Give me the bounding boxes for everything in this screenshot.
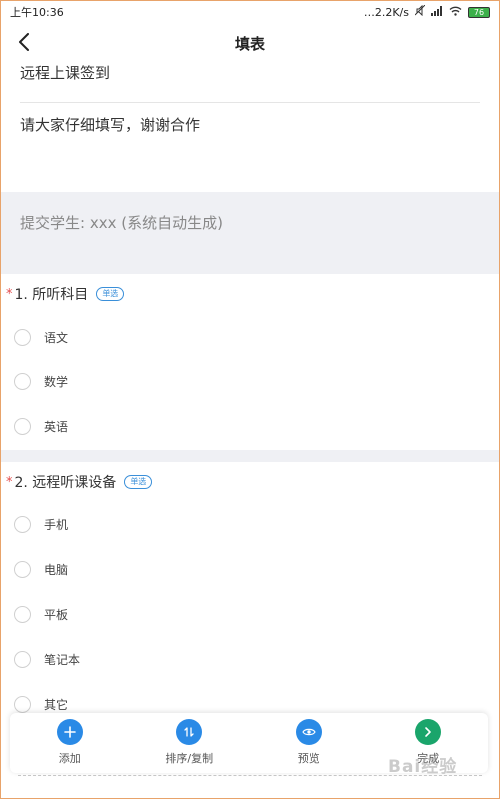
eye-icon <box>295 719 322 745</box>
watermark-logo: Bai经验 <box>388 757 458 777</box>
radio-button[interactable] <box>14 650 31 668</box>
question-title[interactable]: * 1. 所听科目 单选 <box>6 284 125 304</box>
radio-button[interactable] <box>14 605 31 623</box>
radio-button[interactable] <box>14 560 31 578</box>
submitter-label: 提交学生: xxx (系统自动生成) <box>20 214 223 232</box>
submitter-section <box>0 192 500 274</box>
option-label: 平板 <box>44 607 69 622</box>
plus-icon <box>56 719 83 745</box>
chevron-left-icon <box>19 33 29 51</box>
radio-option[interactable]: 其它 <box>14 693 68 715</box>
question-label: 1. 所听科目 <box>14 287 89 303</box>
page-title: 填表 <box>234 34 265 53</box>
radio-option[interactable]: 平板 <box>14 603 68 625</box>
required-marker: * <box>6 286 13 302</box>
signal-icon <box>431 5 443 19</box>
add-button[interactable]: 添加 <box>15 719 125 766</box>
radio-option[interactable]: 电脑 <box>14 558 68 580</box>
status-time: 上午10:36 <box>10 6 64 19</box>
wifi-icon <box>449 6 462 19</box>
radio-option[interactable]: 数学 <box>14 370 68 392</box>
radio-button[interactable] <box>14 372 31 390</box>
radio-option[interactable]: 笔记本 <box>14 648 80 670</box>
radio-button[interactable] <box>14 417 31 435</box>
radio-option[interactable]: 英语 <box>14 415 68 437</box>
battery-icon: 76 <box>468 6 490 18</box>
option-label: 英语 <box>44 419 69 434</box>
form-description[interactable]: 请大家仔细填写，谢谢合作 <box>20 114 200 135</box>
radio-option[interactable]: 手机 <box>14 513 68 535</box>
sort-copy-label: 排序/复制 <box>165 752 214 765</box>
single-choice-badge: 单选 <box>124 475 153 489</box>
chevron-right-icon <box>415 719 442 745</box>
radio-option[interactable]: 语文 <box>14 326 68 348</box>
single-choice-badge: 单选 <box>96 287 125 301</box>
option-label: 电脑 <box>44 562 69 577</box>
question-title[interactable]: * 2. 远程听课设备 单选 <box>6 472 153 492</box>
option-label: 其它 <box>44 697 69 712</box>
section-separator <box>0 450 500 462</box>
back-button[interactable] <box>14 30 34 54</box>
add-label: 添加 <box>58 752 81 765</box>
option-label: 笔记本 <box>44 652 81 667</box>
radio-button[interactable] <box>14 515 31 533</box>
sort-icon <box>176 719 203 745</box>
option-label: 手机 <box>44 517 69 532</box>
option-label: 数学 <box>44 374 69 389</box>
radio-button[interactable] <box>14 328 31 346</box>
mute-icon <box>414 4 426 19</box>
preview-button[interactable]: 预览 <box>254 719 364 766</box>
status-icons: …2.2K/s 76 <box>363 4 490 19</box>
form-title[interactable]: 远程上课签到 <box>20 62 110 83</box>
sort-copy-button[interactable]: 排序/复制 <box>134 719 244 766</box>
status-bar: 上午10:36 …2.2K/s 76 <box>0 0 500 24</box>
divider <box>20 102 480 103</box>
required-marker: * <box>6 474 13 490</box>
network-speed: …2.2K/s <box>363 5 409 19</box>
question-label: 2. 远程听课设备 <box>14 475 117 491</box>
radio-button[interactable] <box>14 695 31 713</box>
preview-label: 预览 <box>297 752 320 765</box>
option-label: 语文 <box>44 330 69 345</box>
nav-bar: 填表 <box>0 24 500 62</box>
